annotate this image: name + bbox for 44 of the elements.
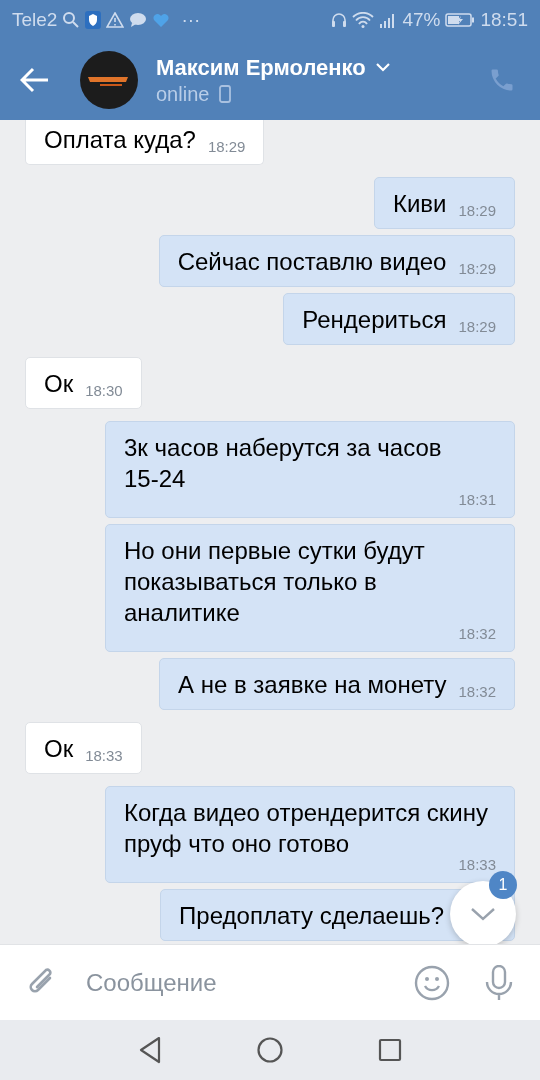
message-time: 18:30 [84, 383, 123, 399]
emoji-icon[interactable] [414, 964, 450, 1001]
shield-icon [85, 11, 102, 29]
recents-nav-icon[interactable] [378, 1038, 402, 1062]
chat-bubble-icon [129, 12, 148, 28]
message-text: Предоплату сделаешь? [179, 901, 444, 931]
search-icon [62, 11, 81, 29]
message-time: 18:33 [84, 748, 123, 764]
message-text: Когда видео отрендерится скину пруф что оно готово [124, 798, 489, 859]
headphones-icon [331, 12, 348, 28]
battery-charging-icon [445, 12, 476, 28]
message-text: Сейчас поставлю видео [177, 247, 447, 277]
more-notifications: ··· [181, 9, 201, 31]
message-text: А не в заявке на монету [177, 670, 447, 700]
message-text: Рендериться [302, 305, 447, 335]
message-text: Оплата куда? [44, 125, 196, 155]
online-status: online [156, 82, 210, 106]
message-time: 18:31 [457, 492, 496, 508]
message-time: 18:29 [206, 139, 246, 155]
message-text: Ок [44, 369, 74, 399]
message-time: 18:33 [457, 857, 496, 873]
warning-icon [106, 12, 125, 28]
message-time: 18:29 [457, 203, 496, 219]
message-time: 18:32 [457, 684, 496, 700]
message-time: 18:29 [457, 319, 496, 335]
message-text: Киви [392, 189, 447, 219]
back-nav-icon[interactable] [138, 1036, 162, 1064]
message-time: 18:32 [457, 626, 496, 642]
message-text: 3к часов наберутся за часов 15-24 [124, 433, 443, 494]
message-text: Но они первые сутки будут показываться только в аналитике [124, 536, 426, 628]
message-time: 18:29 [457, 261, 496, 277]
chevron-down-icon[interactable] [375, 63, 390, 72]
contact-name[interactable]: Максим Ермоленко [156, 54, 366, 81]
clock: 18:51 [480, 9, 528, 31]
wifi-icon [352, 12, 375, 28]
home-nav-icon[interactable] [257, 1037, 283, 1063]
avatar[interactable] [80, 51, 138, 109]
back-arrow-icon[interactable] [20, 67, 50, 93]
battery-percent: 47% [402, 9, 441, 31]
message-text: Ок [44, 734, 74, 764]
carrier-name: Tele2 [12, 9, 58, 31]
heart-icon [152, 12, 171, 28]
phone-device-icon [219, 85, 232, 103]
microphone-icon[interactable] [484, 964, 514, 1001]
